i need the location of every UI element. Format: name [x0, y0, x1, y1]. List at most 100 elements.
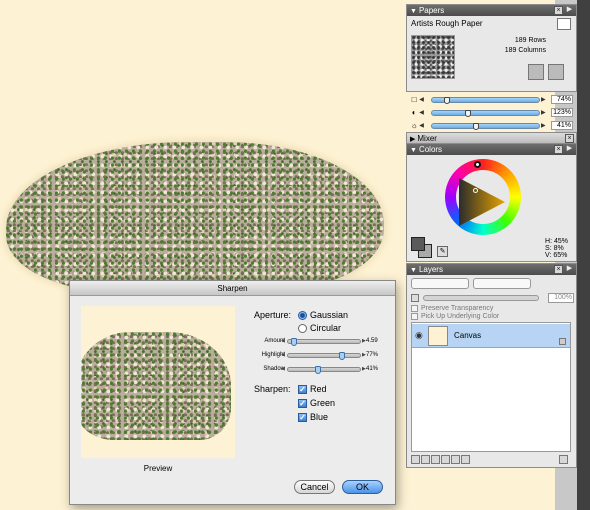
collapse-triangle-icon[interactable]: ▼: [410, 8, 417, 15]
paper-brightness-slider[interactable]: ☼ ◀ ▶ 41%: [410, 121, 573, 130]
rock-image: [6, 142, 384, 292]
checkmark-icon[interactable]: ✓: [298, 398, 307, 408]
scale-icon: □: [411, 95, 417, 104]
mixer-panel[interactable]: ▶ Mixer ×: [406, 132, 577, 144]
paper-scale-value[interactable]: 74%: [550, 95, 573, 104]
cancel-button[interactable]: Cancel: [294, 480, 335, 494]
trash-icon[interactable]: [559, 455, 568, 464]
slider-left-arrow-icon[interactable]: ◀: [418, 96, 424, 103]
colors-panel-header[interactable]: ▼ Colors × ▶: [407, 144, 576, 155]
shadow-knob[interactable]: [315, 366, 321, 374]
checkbox-box[interactable]: [411, 313, 418, 320]
checkbox-box[interactable]: [411, 305, 418, 312]
aperture-label: Aperture:: [254, 310, 292, 320]
papers-panel-header[interactable]: ▼ Papers × ▶: [407, 5, 576, 16]
paper-scale-slider[interactable]: □ ◀ ▶ 74%: [410, 95, 573, 104]
checkmark-icon[interactable]: ✓: [298, 412, 307, 422]
highlight-track[interactable]: [287, 352, 361, 360]
close-icon[interactable]: ×: [565, 134, 574, 143]
opacity-value[interactable]: 100%: [548, 293, 574, 303]
collapse-triangle-icon[interactable]: ▼: [410, 267, 417, 274]
red-checkbox[interactable]: ✓ Red: [298, 384, 327, 394]
preview-area[interactable]: [81, 306, 235, 458]
saturation-marker[interactable]: [473, 188, 478, 193]
opacity-slider-track[interactable]: [423, 295, 539, 301]
dynamic-plugins-icon[interactable]: [431, 455, 440, 464]
blue-checkbox[interactable]: ✓ Blue: [298, 412, 328, 422]
preserve-transparency-checkbox[interactable]: Preserve Transparency: [411, 305, 493, 312]
expand-triangle-icon[interactable]: ▶: [410, 136, 415, 143]
close-icon[interactable]: ×: [554, 265, 563, 274]
amount-track[interactable]: [287, 338, 361, 346]
hue-marker[interactable]: [474, 161, 481, 168]
paper-capture-icon[interactable]: [528, 64, 544, 80]
panel-menu-arrow-icon[interactable]: ▶: [565, 6, 574, 15]
pick-up-color-checkbox[interactable]: Pick Up Underlying Color: [411, 313, 499, 320]
shadow-slider[interactable]: Shadow ◀ ▶ 41%: [250, 365, 388, 375]
slider-right-arrow-icon[interactable]: ▶: [540, 96, 546, 103]
layer-mask-icon[interactable]: [441, 455, 450, 464]
composite-depth-dropdown[interactable]: [473, 278, 531, 289]
clone-color-icon[interactable]: ✎: [437, 246, 448, 257]
layer-row-canvas[interactable]: ◉ Canvas: [412, 324, 570, 348]
layers-panel: ▼ Layers × ▶ 100% Preserve Transparency P…: [406, 263, 577, 468]
ungroup-layers-icon[interactable]: [461, 455, 470, 464]
main-color-swatch[interactable]: [411, 237, 425, 251]
lock-icon[interactable]: [559, 338, 566, 345]
slider-left-arrow-icon[interactable]: ◀: [418, 122, 424, 129]
slider-right-arrow-icon[interactable]: ▶: [540, 109, 546, 116]
amount-knob[interactable]: [291, 338, 297, 346]
paper-invert-icon[interactable]: [548, 64, 564, 80]
paper-library-button[interactable]: [557, 18, 571, 30]
layer-list: ◉ Canvas: [411, 322, 571, 452]
layer-name: Canvas: [454, 331, 482, 340]
slider-knob[interactable]: [443, 96, 450, 104]
circular-radio[interactable]: Circular: [298, 323, 341, 333]
amount-slider[interactable]: Amount ◀ ▶ 4.59: [250, 337, 388, 347]
close-icon[interactable]: ×: [554, 6, 563, 15]
highlight-knob[interactable]: [339, 352, 345, 360]
panel-menu-arrow-icon[interactable]: ▶: [565, 265, 574, 274]
slider-knob[interactable]: [472, 122, 479, 130]
colors-panel: ▼ Colors × ▶ ✎ H: 45% S: 8% V: 65%: [406, 143, 577, 262]
visibility-eye-icon[interactable]: ◉: [415, 331, 424, 340]
paper-contrast-value[interactable]: 123%: [550, 108, 573, 117]
radio-unselected-icon[interactable]: [298, 323, 307, 333]
slider-left-arrow-icon[interactable]: ◀: [418, 109, 424, 116]
slider-left-arrow-icon[interactable]: ◀: [281, 338, 285, 344]
slider-track[interactable]: [430, 96, 541, 104]
layer-commands-icon[interactable]: [421, 455, 430, 464]
checkmark-icon[interactable]: ✓: [298, 384, 307, 394]
radio-selected-icon[interactable]: [298, 310, 307, 320]
close-icon[interactable]: ×: [554, 145, 563, 154]
paper-texture-thumbnail[interactable]: [411, 35, 455, 79]
papers-panel: ▼ Papers × ▶ Artists Rough Paper 189 Rows…: [406, 4, 577, 92]
shadow-track[interactable]: [287, 366, 361, 374]
slider-knob[interactable]: [464, 109, 471, 117]
colors-title: Colors: [418, 145, 443, 154]
collapse-triangle-icon[interactable]: ▼: [410, 147, 417, 154]
layer-opacity-control[interactable]: 100%: [411, 293, 574, 303]
slider-track[interactable]: [430, 109, 541, 117]
highlight-slider[interactable]: Highlight ◀ ▶ 77%: [250, 351, 388, 361]
composite-method-dropdown[interactable]: [411, 278, 469, 289]
shadow-value: 41%: [366, 366, 379, 372]
layers-title: Layers: [418, 265, 443, 274]
paper-contrast-slider[interactable]: ◐ ◀ ▶ 123%: [410, 108, 573, 117]
slider-left-arrow-icon[interactable]: ◀: [281, 366, 285, 372]
green-checkbox[interactable]: ✓ Green: [298, 398, 335, 408]
paper-brightness-value[interactable]: 41%: [550, 121, 573, 130]
red-label: Red: [310, 384, 327, 394]
gaussian-radio[interactable]: Gaussian: [298, 310, 348, 320]
panel-menu-arrow-icon[interactable]: ▶: [565, 145, 574, 154]
slider-track[interactable]: [430, 122, 541, 130]
group-layers-icon[interactable]: [451, 455, 460, 464]
layers-panel-header[interactable]: ▼ Layers × ▶: [407, 264, 576, 275]
preview-label: Preview: [143, 464, 173, 473]
slider-right-arrow-icon[interactable]: ▶: [540, 122, 546, 129]
new-layer-icon[interactable]: [411, 455, 420, 464]
paper-dimensions: 189 Rows 189 Columns: [505, 36, 546, 56]
saturation-readout: S: 8%: [545, 245, 564, 252]
slider-left-arrow-icon[interactable]: ◀: [281, 352, 285, 358]
ok-button[interactable]: OK: [342, 480, 383, 494]
